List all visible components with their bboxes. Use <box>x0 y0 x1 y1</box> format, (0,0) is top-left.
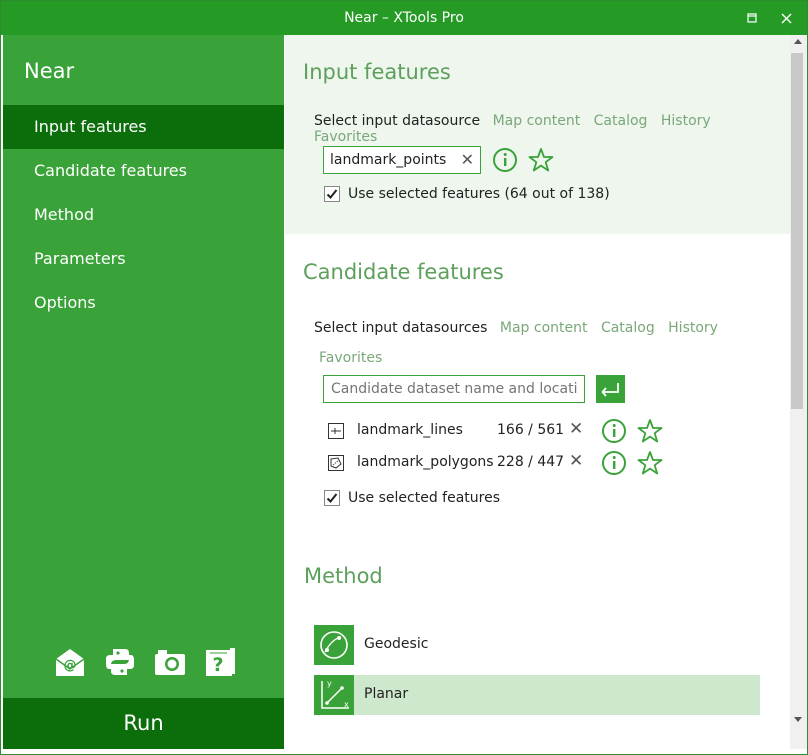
line-layer-icon <box>328 423 344 439</box>
input-datasource-row: Select input datasource Map content Cata… <box>314 113 790 145</box>
favorite-star-icon[interactable] <box>637 418 663 444</box>
method-option-planar[interactable]: y x Planar <box>314 675 760 715</box>
python-icon[interactable] <box>103 645 137 681</box>
candidate-datasource-label: Select input datasources <box>314 320 488 336</box>
candidate-link-map-content[interactable]: Map content <box>500 320 588 336</box>
method-option-label: Planar <box>364 686 409 702</box>
favorite-star-icon[interactable] <box>637 450 663 476</box>
input-link-history[interactable]: History <box>661 113 711 129</box>
candidate-dataset-input[interactable] <box>323 375 585 403</box>
sidebar-item-options[interactable]: Options <box>3 281 284 325</box>
input-features-section: Input features Select input datasource M… <box>285 35 790 234</box>
candidate-layer-row: landmark_lines 166 / 561 ✕ <box>325 418 670 444</box>
method-option-label: Geodesic <box>364 636 429 652</box>
info-icon[interactable] <box>601 450 627 476</box>
sidebar-nav: Input features Candidate features Method… <box>3 105 284 325</box>
scroll-down-arrow-icon[interactable] <box>794 717 802 722</box>
title-bar: Near – XTools Pro <box>1 1 807 35</box>
run-button[interactable]: Run <box>3 698 284 749</box>
method-heading: Method <box>304 564 383 588</box>
restore-button[interactable] <box>743 9 761 27</box>
input-datasource-label: Select input datasource <box>314 113 481 129</box>
tool-title: Near <box>24 59 75 83</box>
layer-count: 228 / 447 <box>497 454 565 470</box>
candidate-link-catalog[interactable]: Catalog <box>601 320 655 336</box>
candidate-link-favorites[interactable]: Favorites <box>319 350 382 366</box>
candidate-link-history[interactable]: History <box>668 320 718 336</box>
enter-icon <box>601 383 619 397</box>
polygon-layer-icon <box>328 455 344 471</box>
sidebar-footer-icons: @ ? <box>53 645 243 685</box>
layer-name: landmark_polygons <box>357 454 494 470</box>
candidate-use-selected-checkbox[interactable] <box>324 490 340 506</box>
scroll-up-arrow-icon[interactable] <box>794 39 802 44</box>
candidate-datasource-row: Select input datasources Map content Cat… <box>314 313 754 373</box>
remove-icon[interactable]: ✕ <box>569 451 583 471</box>
svg-text:y: y <box>327 679 332 688</box>
input-dataset-field[interactable]: landmark_points ✕ <box>323 146 481 174</box>
input-dataset-value: landmark_points <box>330 152 447 168</box>
sidebar-item-candidate-features[interactable]: Candidate features <box>3 149 284 193</box>
method-option-geodesic[interactable]: Geodesic <box>314 625 760 665</box>
restore-icon <box>747 13 757 23</box>
close-icon <box>781 13 791 24</box>
content-panel: Input features Select input datasource M… <box>285 35 790 749</box>
candidate-features-heading: Candidate features <box>303 260 504 284</box>
input-use-selected-checkbox[interactable] <box>324 186 340 202</box>
info-icon[interactable] <box>492 147 518 173</box>
svg-text:x: x <box>344 700 349 709</box>
layer-count: 166 / 561 <box>497 422 565 438</box>
input-link-catalog[interactable]: Catalog <box>594 113 648 129</box>
add-candidate-button[interactable] <box>596 375 625 403</box>
input-link-favorites[interactable]: Favorites <box>314 129 377 145</box>
checkmark-icon <box>326 189 338 199</box>
sidebar-item-input-features[interactable]: Input features <box>3 105 284 149</box>
close-button[interactable] <box>777 9 795 27</box>
input-use-selected-label: Use selected features (64 out of 138) <box>348 186 610 202</box>
app-window: Near – XTools Pro Near Input features Ca… <box>0 0 808 755</box>
sidebar-item-method[interactable]: Method <box>3 193 284 237</box>
info-icon[interactable] <box>601 418 627 444</box>
favorite-star-icon[interactable] <box>528 147 554 173</box>
candidate-use-selected-label: Use selected features <box>348 490 500 506</box>
layer-name: landmark_lines <box>357 422 463 438</box>
remove-icon[interactable]: ✕ <box>569 419 583 439</box>
checkmark-icon <box>326 493 338 503</box>
geodesic-icon <box>314 625 354 665</box>
window-title: Near – XTools Pro <box>344 10 464 26</box>
sidebar: Near Input features Candidate features M… <box>3 35 284 749</box>
scrollbar-thumb[interactable] <box>791 53 803 409</box>
camera-icon[interactable] <box>153 645 187 681</box>
planar-icon: y x <box>314 675 354 715</box>
email-icon[interactable]: @ <box>53 645 87 681</box>
input-features-heading: Input features <box>303 60 451 84</box>
svg-text:?: ? <box>212 654 223 676</box>
sidebar-item-parameters[interactable]: Parameters <box>3 237 284 281</box>
input-link-map-content[interactable]: Map content <box>493 113 581 129</box>
vertical-scrollbar[interactable] <box>790 35 807 749</box>
help-icon[interactable]: ? <box>203 645 237 681</box>
svg-text:@: @ <box>64 658 77 673</box>
clear-icon[interactable]: ✕ <box>461 150 474 169</box>
candidate-layer-row: landmark_polygons 228 / 447 ✕ <box>325 450 670 476</box>
